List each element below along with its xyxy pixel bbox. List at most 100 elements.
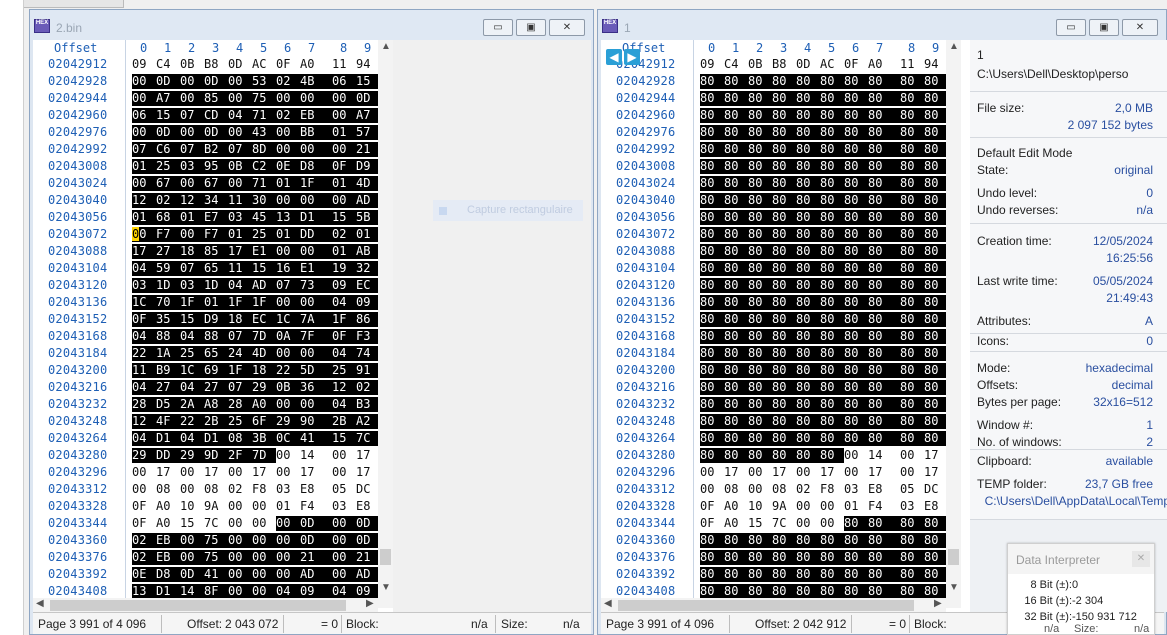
hex-byte[interactable]: 80 <box>844 142 868 157</box>
hex-byte[interactable]: 80 <box>924 329 948 344</box>
hex-byte[interactable]: 7F <box>300 329 332 344</box>
hex-byte[interactable]: 80 <box>820 125 844 140</box>
hex-byte[interactable]: 0E <box>276 159 300 174</box>
hex-byte[interactable]: 80 <box>700 91 724 106</box>
hex-byte[interactable]: 80 <box>900 125 924 140</box>
hex-byte[interactable]: 07 <box>276 278 300 293</box>
hex-byte[interactable]: 71 <box>252 108 276 123</box>
hex-byte[interactable]: 80 <box>900 74 924 89</box>
hex-byte[interactable]: 80 <box>724 448 748 463</box>
hex-byte[interactable]: 01 <box>332 176 356 191</box>
hex-byte[interactable]: 10 <box>748 499 772 514</box>
hex-byte[interactable]: 80 <box>868 159 900 174</box>
hex-byte[interactable]: 80 <box>724 550 748 565</box>
hex-byte[interactable]: 80 <box>844 329 868 344</box>
hex-byte[interactable]: 80 <box>748 91 772 106</box>
hex-row[interactable]: 02043040 80 80 80 80 80 80 80 80 80 80 <box>601 192 956 209</box>
hex-byte[interactable]: E1 <box>300 261 332 276</box>
hex-byte[interactable]: 04 <box>132 380 156 395</box>
hex-byte[interactable]: E8 <box>868 482 892 497</box>
hex-byte[interactable]: 00 <box>796 499 820 514</box>
hex-byte[interactable]: A0 <box>300 57 324 72</box>
hex-byte[interactable]: 02 <box>332 227 356 242</box>
hex-byte[interactable]: 11 <box>900 57 924 72</box>
hex-byte[interactable]: 80 <box>900 91 924 106</box>
hex-byte[interactable]: 36 <box>300 380 332 395</box>
hex-byte[interactable]: 01 <box>332 125 356 140</box>
hex-byte[interactable]: 00 <box>276 448 300 463</box>
hex-byte[interactable]: D5 <box>156 397 180 412</box>
hex-byte[interactable]: 80 <box>772 431 796 446</box>
hex-byte[interactable]: 80 <box>844 227 868 242</box>
hex-byte[interactable]: 0F <box>132 312 156 327</box>
hex-byte[interactable]: 80 <box>924 380 948 395</box>
hex-byte[interactable]: 00 <box>820 516 844 531</box>
hex-byte[interactable]: 00 <box>276 193 300 208</box>
hex-byte[interactable]: 00 <box>228 533 252 548</box>
horizontal-scrollbar[interactable]: ◀ ▶ <box>33 598 378 612</box>
hex-byte[interactable]: 80 <box>700 261 724 276</box>
hex-byte[interactable]: AD <box>300 567 332 582</box>
hex-byte[interactable]: 80 <box>748 346 772 361</box>
hex-byte[interactable]: 80 <box>868 193 900 208</box>
hex-byte[interactable]: 00 <box>276 567 300 582</box>
hex-byte[interactable]: 80 <box>748 431 772 446</box>
hex-byte[interactable]: 80 <box>700 210 724 225</box>
hex-byte[interactable]: 80 <box>844 567 868 582</box>
hex-byte[interactable]: 08 <box>204 482 228 497</box>
hex-byte[interactable]: 94 <box>356 57 380 72</box>
hex-byte[interactable]: 30 <box>252 193 276 208</box>
minimize-button[interactable]: ▭ <box>1056 19 1086 36</box>
hex-byte[interactable]: 80 <box>772 159 796 174</box>
hex-byte[interactable]: 80 <box>844 380 868 395</box>
hex-byte[interactable]: 00 <box>300 295 332 310</box>
hex-byte[interactable]: 80 <box>724 125 748 140</box>
data-interpreter-header[interactable]: Data Interpreter ✕ <box>1008 544 1154 574</box>
hex-byte[interactable]: 29 <box>132 448 156 463</box>
hex-byte[interactable]: 17 <box>356 448 380 463</box>
hex-byte[interactable]: 91 <box>356 363 380 378</box>
hex-byte[interactable]: DD <box>300 227 332 242</box>
hex-byte[interactable]: 17 <box>204 465 228 480</box>
hex-byte[interactable]: 00 <box>900 448 924 463</box>
hex-byte[interactable]: 80 <box>796 584 820 599</box>
hex-byte[interactable]: 00 <box>276 91 300 106</box>
hex-byte[interactable]: 80 <box>820 244 844 259</box>
hex-row[interactable]: 02043024 80 80 80 80 80 80 80 80 80 80 <box>601 175 956 192</box>
hex-byte[interactable]: 80 <box>796 567 820 582</box>
hex-byte[interactable]: 2A <box>180 397 204 412</box>
hex-row[interactable]: 02043104 04 59 07 65 11 15 16 E1 19 32 <box>33 260 388 277</box>
hex-byte[interactable]: 07 <box>228 329 252 344</box>
hscroll-thumb[interactable] <box>50 600 346 611</box>
forward-arrow-icon[interactable]: ▶ <box>624 49 640 65</box>
hex-row[interactable]: 02043248 80 80 80 80 80 80 80 80 80 80 <box>601 413 956 430</box>
hex-byte[interactable]: 27 <box>156 380 180 395</box>
hex-byte[interactable]: 80 <box>820 550 844 565</box>
hex-byte[interactable]: 80 <box>844 431 868 446</box>
hex-byte[interactable]: 80 <box>924 295 948 310</box>
hex-row[interactable]: 02043392 80 80 80 80 80 80 80 80 80 80 <box>601 566 956 583</box>
hex-row[interactable]: 02043296 00 17 00 17 00 17 00 17 00 17 <box>601 464 956 481</box>
minimize-button[interactable]: ▭ <box>483 19 513 36</box>
hex-byte[interactable]: 80 <box>772 533 796 548</box>
hex-byte[interactable]: 09 <box>332 278 356 293</box>
hex-byte[interactable]: 1C <box>180 363 204 378</box>
hex-byte[interactable]: 00 <box>700 465 724 480</box>
hex-byte[interactable]: 80 <box>700 159 724 174</box>
hex-byte[interactable]: 7C <box>204 516 228 531</box>
hex-byte[interactable]: C4 <box>724 57 748 72</box>
hex-byte[interactable]: 00 <box>132 91 156 106</box>
hex-byte[interactable]: 28 <box>228 397 252 412</box>
hex-byte[interactable]: 80 <box>748 329 772 344</box>
hex-byte[interactable]: C4 <box>156 57 180 72</box>
hex-byte[interactable]: 17 <box>924 465 948 480</box>
hex-byte[interactable]: 80 <box>844 108 868 123</box>
hex-byte[interactable]: 80 <box>796 210 820 225</box>
hex-byte[interactable]: E1 <box>252 244 276 259</box>
hex-byte[interactable]: 08 <box>724 482 748 497</box>
hex-byte[interactable]: 85 <box>204 244 228 259</box>
hex-byte[interactable]: 94 <box>924 57 948 72</box>
hex-byte[interactable]: 80 <box>820 448 844 463</box>
hex-byte[interactable]: 04 <box>132 329 156 344</box>
hex-byte[interactable]: 80 <box>772 584 796 599</box>
